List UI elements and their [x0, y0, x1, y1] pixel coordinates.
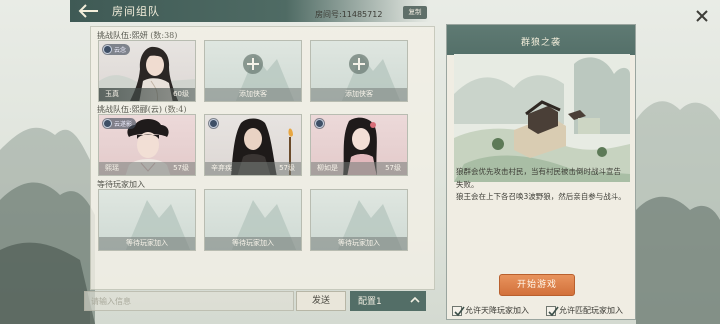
- team2-slot-2[interactable]: 辛弃疾 57级: [204, 114, 302, 176]
- hero-level: 57级: [279, 164, 295, 172]
- waiting-slot-label: 等待玩家加入: [126, 239, 168, 247]
- room-id: 房间号:11485712: [315, 10, 383, 19]
- mission-desc-1: 狼群会优先攻击村民，当有村民被击倒时战斗宣告失败。: [456, 167, 621, 189]
- allow-match-option[interactable]: 允许匹配玩家加入: [546, 305, 623, 316]
- village-illustration: [454, 54, 630, 182]
- team1-slot-2[interactable]: 添加侠客: [204, 40, 302, 102]
- back-arrow-icon: [78, 4, 98, 18]
- rank-icon: [315, 119, 324, 128]
- team2-slot-3[interactable]: 柳如是 57级: [310, 114, 408, 176]
- team2-slot-1[interactable]: 云遂影 熙瑶 57级: [98, 114, 196, 176]
- add-icon: [243, 54, 263, 74]
- copy-button[interactable]: 复制: [403, 6, 427, 19]
- mission-description: 狼群会优先攻击村民，当有村民被击倒时战斗宣告失败。 狼王会在上下各召唤3波野狼，…: [456, 166, 626, 204]
- add-hero-label: 添加侠客: [345, 90, 373, 98]
- hero-level: 60级: [173, 90, 189, 98]
- mission-image: [454, 54, 630, 182]
- team1-slot-3[interactable]: 添加侠客: [310, 40, 408, 102]
- check-icon: [548, 306, 559, 316]
- rank-icon: [103, 119, 112, 128]
- chat-input[interactable]: 请输入信息: [84, 291, 294, 311]
- config-value: 配置1: [358, 297, 382, 307]
- waiting-slot-label: 等待玩家加入: [232, 239, 274, 247]
- hero-level: 57级: [173, 164, 189, 172]
- start-game-button[interactable]: 开始游戏: [499, 274, 575, 296]
- team2-slot-3-badge: [314, 118, 325, 129]
- add-icon: [349, 54, 369, 74]
- rank-icon: [103, 45, 112, 54]
- team2-slot-1-badge: 云遂影: [102, 118, 137, 129]
- hero-name: 辛弃疾: [211, 164, 232, 172]
- hero-name: 熙瑶: [105, 164, 119, 172]
- hero-name: 玉真: [105, 90, 119, 98]
- allow-match-label: 允许匹配玩家加入: [559, 306, 623, 315]
- chevron-up-icon: [410, 296, 420, 303]
- waiting-slot-3[interactable]: 等待玩家加入: [310, 189, 408, 251]
- add-hero-label: 添加侠客: [239, 90, 267, 98]
- waiting-slot-label: 等待玩家加入: [338, 239, 380, 247]
- allow-tianjiang-option[interactable]: 允许天降玩家加入: [452, 305, 529, 316]
- team2-slot-2-badge: [208, 118, 219, 129]
- waiting-slot-2[interactable]: 等待玩家加入: [204, 189, 302, 251]
- config-select[interactable]: 配置1: [350, 291, 426, 311]
- waiting-slot-1[interactable]: 等待玩家加入: [98, 189, 196, 251]
- team1-slot-1[interactable]: 云念 玉真 60级: [98, 40, 196, 102]
- rank-icon: [209, 119, 218, 128]
- hero-level: 57级: [385, 164, 401, 172]
- checkbox[interactable]: [546, 305, 559, 316]
- check-icon: [454, 306, 465, 316]
- checkbox[interactable]: [452, 305, 465, 316]
- allow-tianjiang-label: 允许天降玩家加入: [465, 306, 529, 315]
- mission-title: 群狼之袭: [520, 38, 561, 48]
- close-icon: [696, 10, 708, 22]
- page-title: 房间组队: [112, 5, 160, 18]
- hero-name: 柳如是: [317, 164, 338, 172]
- close-button[interactable]: [694, 8, 710, 24]
- back-button[interactable]: [74, 2, 104, 20]
- team1-slot-1-badge: 云念: [102, 44, 131, 55]
- mission-desc-2: 狼王会在上下各召唤3波野狼，然后亲自参与战斗。: [456, 192, 626, 201]
- send-button[interactable]: 发送: [296, 291, 346, 311]
